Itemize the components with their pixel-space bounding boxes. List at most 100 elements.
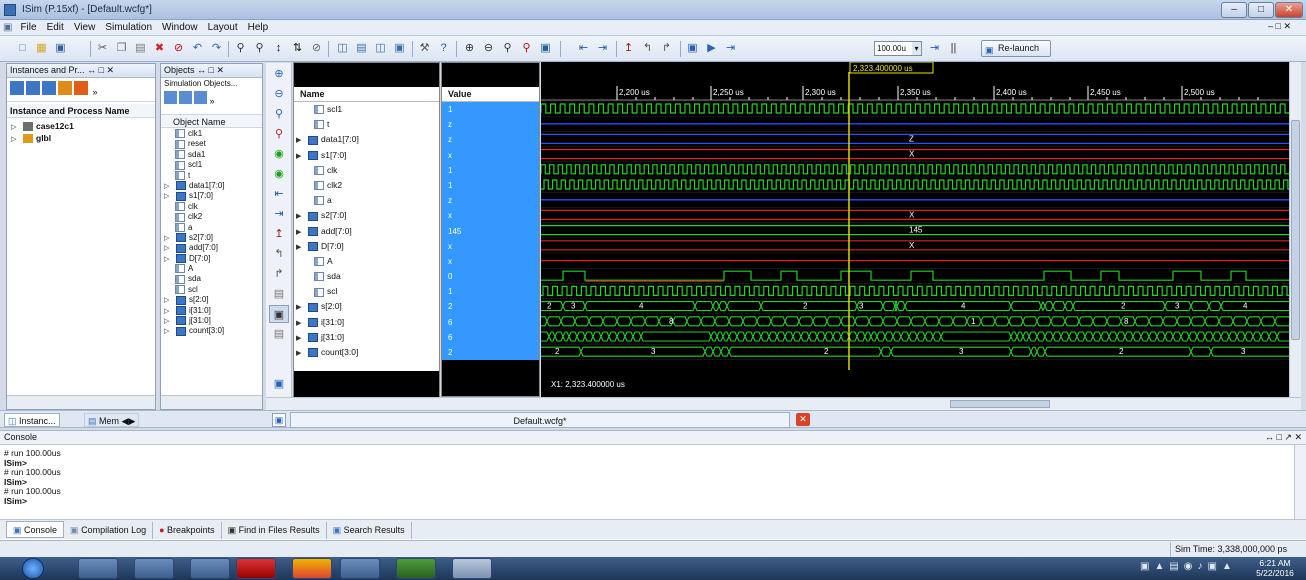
layout-tile-icon[interactable]: ▣	[391, 40, 408, 57]
minimize-button[interactable]: –	[1221, 2, 1247, 18]
start-button[interactable]	[22, 558, 44, 579]
mdi-restore-icon[interactable]: – □ ✕	[1268, 21, 1291, 32]
run-for-icon[interactable]: ⇥	[722, 40, 739, 57]
waveform-v-scrollbar[interactable]	[1289, 62, 1301, 407]
run-all-icon[interactable]: ▶	[703, 40, 720, 57]
zoom-in-icon[interactable]: ⊕	[461, 40, 478, 57]
wave-signal-row[interactable]: ▶ s1[7:0]	[294, 148, 439, 163]
menu-view[interactable]: View	[69, 20, 101, 35]
zoom-out-icon[interactable]: ⊖	[480, 40, 497, 57]
expand-arrow-icon[interactable]: ▷	[164, 327, 176, 337]
close-window-button[interactable]: ✕	[1275, 2, 1303, 18]
zoom-fit-icon[interactable]: ⚲	[499, 40, 516, 57]
wave-signal-row[interactable]: t	[294, 117, 439, 132]
isim-taskbar-button[interactable]	[452, 558, 492, 579]
acrobat-taskbar-button[interactable]	[236, 558, 276, 579]
function-filter-icon[interactable]	[74, 81, 88, 95]
expand-arrow-icon[interactable]: ▶	[296, 149, 308, 164]
panel-controls-icon[interactable]: ↔ □ ↗ ✕	[1265, 431, 1306, 444]
object-item[interactable]: ▷ j[31:0]	[163, 316, 262, 326]
goto-time-icon[interactable]: ▣	[537, 40, 554, 57]
object-item[interactable]: ▷ i[31:0]	[163, 306, 262, 316]
wave-signal-row[interactable]: clk	[294, 163, 439, 178]
zoom-out-icon[interactable]: ⊖	[269, 85, 289, 103]
object-item[interactable]: ▷ s2[7:0]	[163, 233, 262, 243]
new-file-icon[interactable]: □	[14, 40, 31, 57]
wave-signal-row[interactable]: sda	[294, 269, 439, 284]
instance-item[interactable]: ▷ glbl	[11, 132, 155, 144]
delete-icon[interactable]: ✖	[151, 40, 168, 57]
object-item[interactable]: clk2	[163, 212, 262, 222]
objects-h-scrollbar[interactable]	[161, 395, 262, 409]
zoom-cursor-icon[interactable]: ⚲	[518, 40, 535, 57]
process-filter-icon[interactable]	[26, 81, 40, 95]
add-marker-icon[interactable]: ↥	[620, 40, 637, 57]
goto-icon[interactable]: ⇅	[289, 40, 306, 57]
floating-ruler-icon[interactable]: ▤	[269, 325, 289, 343]
goto-end-icon[interactable]: ◉	[269, 165, 289, 183]
instance-item[interactable]: ▷ case12c1	[11, 120, 155, 132]
cut-icon[interactable]: ✂	[94, 40, 111, 57]
object-item[interactable]: ▷ data1[7:0]	[163, 181, 262, 191]
tab-instances[interactable]: ◫ Instanc...	[4, 413, 60, 427]
next-marker-icon[interactable]: ↱	[269, 265, 289, 283]
wave-signal-row[interactable]: ▶ s[2:0]	[294, 299, 439, 314]
snap-to-transition-icon[interactable]: ▣	[269, 305, 289, 323]
waveform-v-scroll-thumb[interactable]	[1291, 120, 1300, 340]
step-icon[interactable]: ⇥	[926, 40, 943, 57]
expand-arrow-icon[interactable]: ▶	[296, 240, 308, 255]
properties-icon[interactable]: ⚒	[416, 40, 433, 57]
wave-signal-row[interactable]: ▶ D[7:0]	[294, 239, 439, 254]
expand-arrow-icon[interactable]: ▶	[296, 133, 308, 148]
menu-help[interactable]: Help	[243, 20, 274, 35]
previous-marker-icon[interactable]: ↰	[269, 245, 289, 263]
add-marker-icon[interactable]: ↥	[269, 225, 289, 243]
expand-arrow-icon[interactable]: ▶	[296, 346, 308, 361]
wave-signal-row[interactable]: a	[294, 193, 439, 208]
zoom-to-cursor-icon[interactable]: ⚲	[269, 125, 289, 143]
previous-transition-icon[interactable]: ⇤	[575, 40, 592, 57]
expand-arrow-icon[interactable]: ▶	[296, 209, 308, 224]
previous-marker-icon[interactable]: ↰	[639, 40, 656, 57]
next-marker-icon[interactable]: ↱	[658, 40, 675, 57]
object-item[interactable]: ▷ add[7:0]	[163, 243, 262, 253]
explorer-taskbar-button[interactable]	[78, 558, 118, 579]
object-item[interactable]: reset	[163, 139, 262, 149]
wave-signal-row[interactable]: A	[294, 254, 439, 269]
object-item[interactable]: sda	[163, 274, 262, 284]
menu-layout[interactable]: Layout	[203, 20, 243, 35]
internal-filter-icon[interactable]	[194, 91, 207, 104]
console-tab-find-in-files-results[interactable]: ▣ Find in Files Results	[222, 522, 327, 539]
output-filter-icon[interactable]	[179, 91, 192, 104]
restart-icon[interactable]: ▣	[684, 40, 701, 57]
stop-icon[interactable]: ⊘	[170, 40, 187, 57]
layout-horizontal-icon[interactable]: ▤	[353, 40, 370, 57]
object-item[interactable]: ▷ count[3:0]	[163, 326, 262, 336]
console-v-scrollbar[interactable]	[1294, 445, 1306, 519]
console-output[interactable]: # run 100.00us ISim> # run 100.00us ISim> # …	[0, 445, 1306, 506]
object-item[interactable]: scl	[163, 285, 262, 295]
object-item[interactable]: clk	[163, 202, 262, 212]
menu-edit[interactable]: Edit	[42, 20, 69, 35]
wcfg-doc-icon[interactable]: ▣	[269, 375, 289, 393]
zoom-full-icon[interactable]: ⚲	[269, 105, 289, 123]
expand-arrow-icon[interactable]: ▶	[296, 331, 308, 346]
input-filter-icon[interactable]	[164, 91, 177, 104]
waveform-canvas[interactable]: 2,200 us 2,250 us 2,300 us 2,350 us 2,400 us…	[540, 61, 1289, 397]
object-item[interactable]: ▷ s1[7:0]	[163, 191, 262, 201]
paste-icon[interactable]: ▤	[132, 40, 149, 57]
wave-signal-row[interactable]: scl1	[294, 102, 439, 117]
wcfg-tab-icon[interactable]: ▣	[272, 413, 286, 427]
ise-taskbar-button[interactable]	[396, 558, 436, 579]
network-taskbar-button[interactable]	[190, 558, 230, 579]
layout-cascade-icon[interactable]: ◫	[334, 40, 351, 57]
find-in-files-icon[interactable]: ⚲	[251, 40, 268, 57]
menu-window[interactable]: Window	[157, 20, 203, 35]
open-folder-icon[interactable]: ▦	[33, 40, 50, 57]
menu-simulation[interactable]: Simulation	[100, 20, 157, 35]
wave-signal-row[interactable]: ▶ count[3:0]	[294, 345, 439, 360]
wave-signal-row[interactable]: clk2	[294, 178, 439, 193]
run-time-input[interactable]: 100.00u ▾	[874, 41, 922, 56]
object-item[interactable]: t	[163, 171, 262, 181]
chrome-taskbar-button[interactable]	[292, 558, 332, 579]
